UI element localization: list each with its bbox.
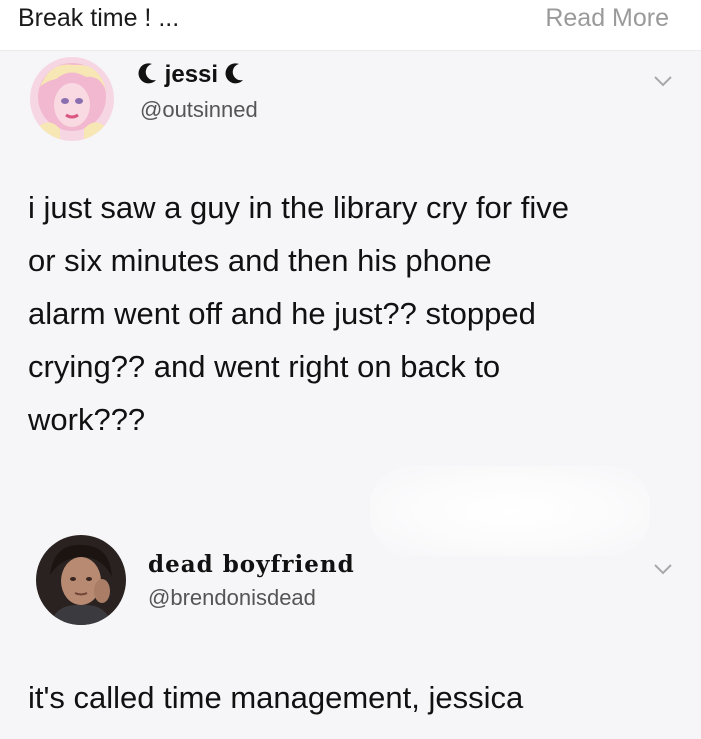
tweet1-line: work??? xyxy=(28,402,146,437)
tweet1-line: crying?? and went right on back to xyxy=(28,349,501,384)
tweet1-display-name[interactable]: jessi xyxy=(138,61,245,89)
chevron-down-icon[interactable] xyxy=(652,561,674,577)
crescent-moon-icon xyxy=(138,63,156,84)
pink-doll-avatar-icon xyxy=(30,57,114,141)
tweet1-handle[interactable]: @outsinned xyxy=(140,97,258,123)
read-more-link[interactable]: Read More xyxy=(545,4,669,33)
crescent-moon-icon xyxy=(225,63,243,84)
tweet2-avatar[interactable] xyxy=(36,535,126,625)
tweet2-text: it's called time management, jessica xyxy=(28,680,524,715)
tweet2-display-name[interactable]: dead boyfriend xyxy=(148,551,355,578)
tweet1-avatar[interactable] xyxy=(30,57,114,141)
tweet2-handle[interactable]: @brendonisdead xyxy=(148,585,316,611)
tweet1-line: or six minutes and then his phone xyxy=(28,243,492,278)
tweet1-header: jessi @outsinned xyxy=(0,51,701,151)
chevron-down-icon[interactable] xyxy=(652,73,674,89)
tweet1-text: i just saw a guy in the library cry for … xyxy=(28,181,678,446)
post-caption-bar: Break time ! ... Read More xyxy=(0,0,701,51)
tweet1-line: alarm went off and he just?? stopped xyxy=(28,296,536,331)
tweet-screenshot: jessi @outsinned i just saw a guy in the… xyxy=(0,51,701,739)
tweet1-line: i just saw a guy in the library cry for … xyxy=(28,190,569,225)
person-photo-avatar-icon xyxy=(36,535,126,625)
tweet1-name-text: jessi xyxy=(164,61,219,88)
tweet2-header: dead boyfriend @brendonisdead xyxy=(0,531,701,631)
post-caption: Break time ! ... xyxy=(18,4,180,32)
